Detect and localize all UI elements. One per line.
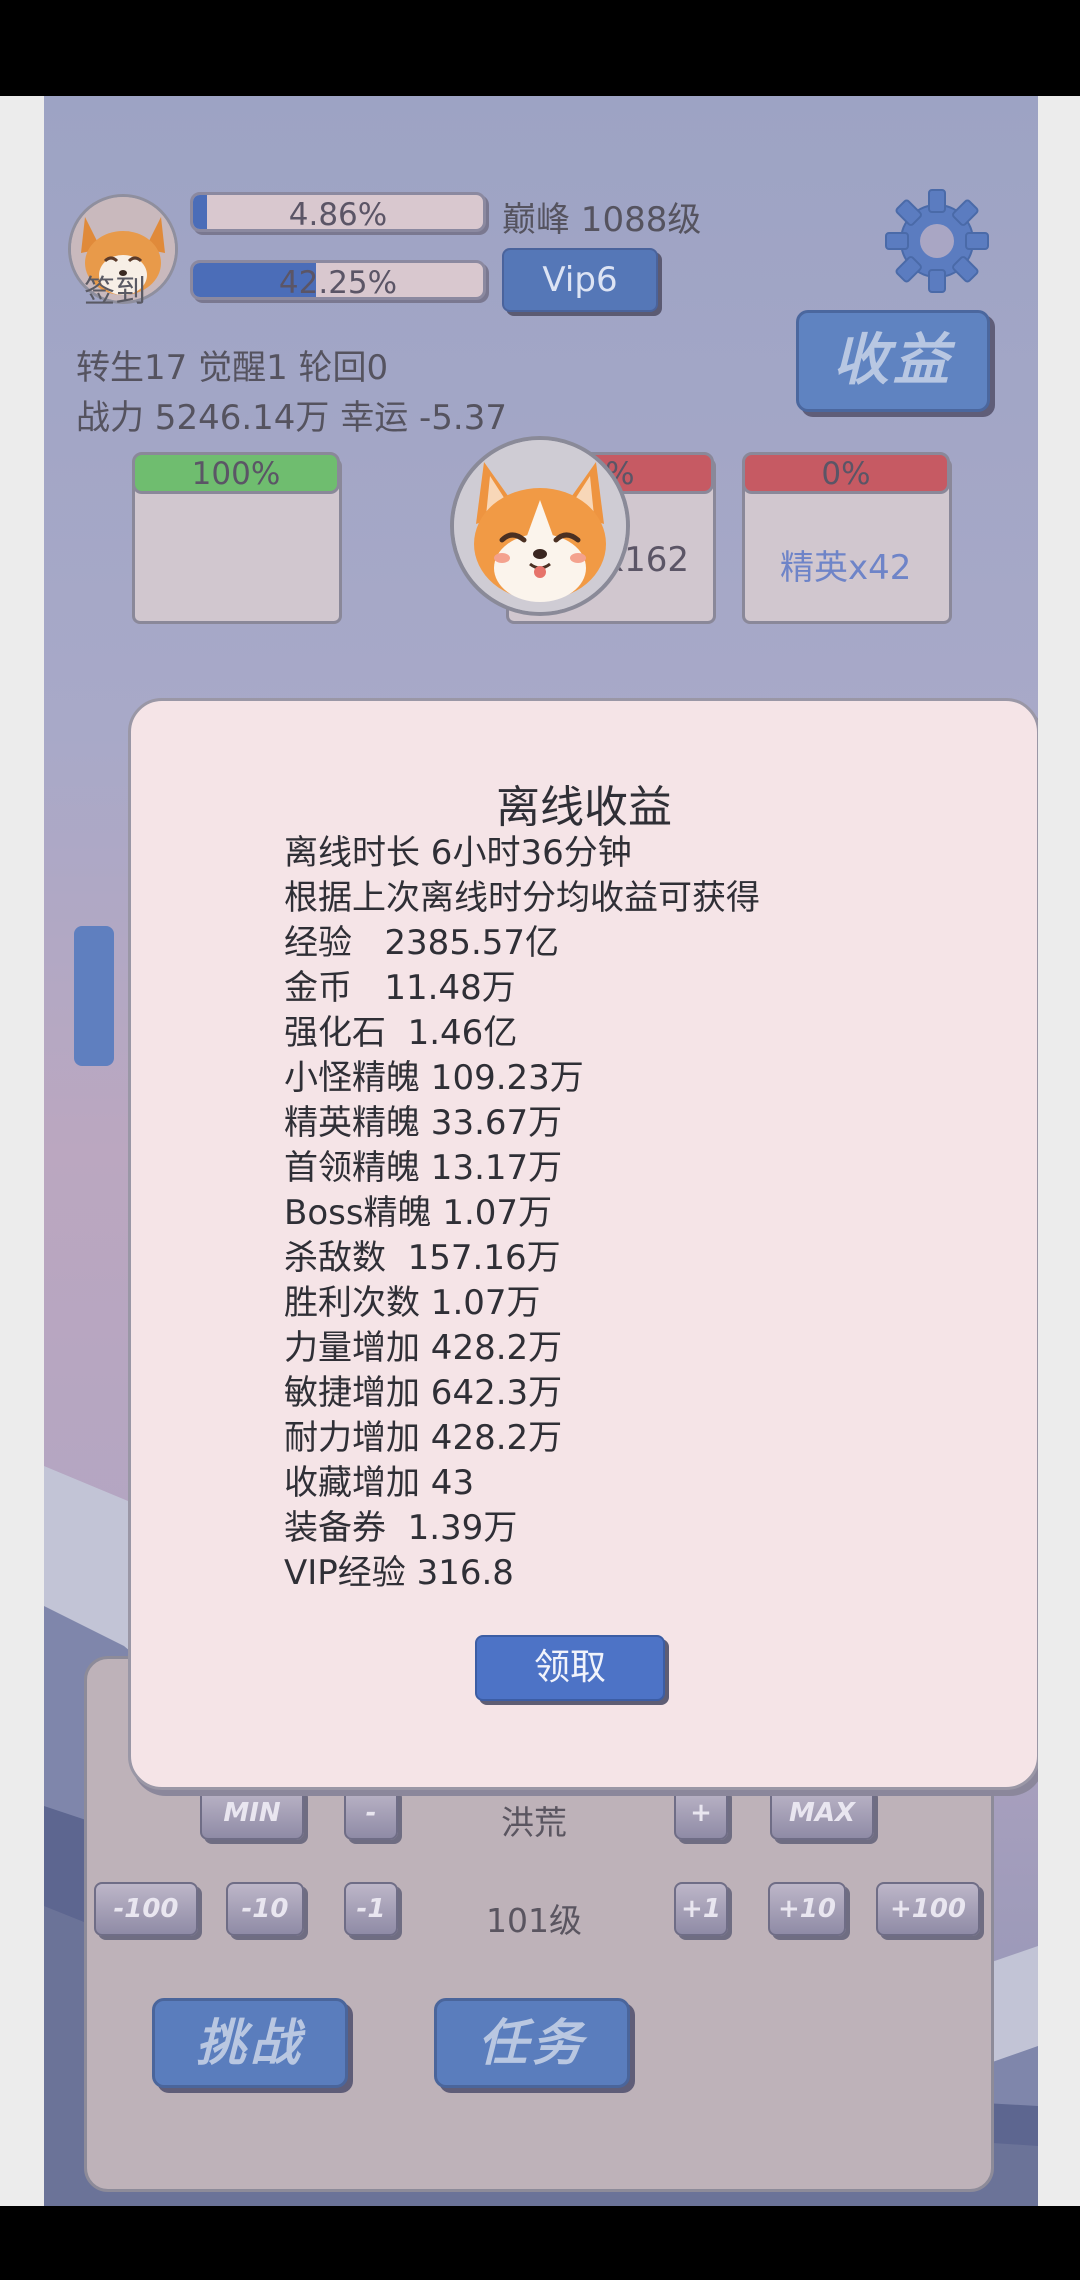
min-button[interactable]: MIN <box>200 1786 304 1840</box>
left-margin <box>0 96 44 2206</box>
peak-level: 巅峰 1088级 <box>502 200 702 240</box>
level-progress-text: 4.86% <box>288 197 388 232</box>
reward-line: 胜利次数 1.07万 <box>284 1283 541 1323</box>
reward-line: 离线时长 6小时36分钟 <box>284 833 632 873</box>
vip-button[interactable]: Vip6 <box>502 248 658 312</box>
max-button[interactable]: MAX <box>770 1786 874 1840</box>
reward-line: 精英精魄 33.67万 <box>284 1103 563 1143</box>
vip-progress-text: 42.25% <box>278 265 398 300</box>
reward-line: 敏捷增加 642.3万 <box>284 1373 563 1413</box>
reward-list: 离线时长 6小时36分钟 根据上次离线时分均收益可获得 经验 2385.57亿 … <box>284 831 760 1596</box>
reward-line: 根据上次离线时分均收益可获得 <box>284 878 760 918</box>
dialog-title: 离线收益 <box>496 782 672 833</box>
minus-10-button[interactable]: -10 <box>226 1882 304 1936</box>
minus-100-button[interactable]: -100 <box>94 1882 198 1936</box>
rebirth-stats: 转生17 觉醒1 轮回0 <box>76 348 389 388</box>
reward-line: Boss精魄 1.07万 <box>284 1193 553 1233</box>
vip-progress-bar: 42.25% <box>190 260 486 300</box>
right-margin <box>1038 96 1080 2206</box>
slot-3-progress: 0% <box>742 452 950 494</box>
claim-button[interactable]: 领取 <box>475 1635 665 1701</box>
realm-label: 洪荒 <box>501 1803 567 1842</box>
level-progress-bar: 4.86% <box>190 192 486 232</box>
offline-income-dialog: 离线收益 离线时长 6小时36分钟 根据上次离线时分均收益可获得 经验 2385… <box>128 698 1038 1790</box>
reward-line: 耐力增加 428.2万 <box>284 1418 563 1458</box>
reward-line: 收藏增加 43 <box>284 1463 475 1503</box>
reward-line: 装备券 1.39万 <box>284 1508 518 1548</box>
minus-button[interactable]: - <box>344 1786 398 1840</box>
reward-line: 首领精魄 13.17万 <box>284 1148 563 1188</box>
signin-label[interactable]: 签到 <box>84 266 146 311</box>
reward-line: 小怪精魄 109.23万 <box>284 1058 584 1098</box>
reward-line: VIP经验 316.8 <box>284 1553 514 1593</box>
plus-10-button[interactable]: +10 <box>768 1882 846 1936</box>
plus-button[interactable]: + <box>674 1786 728 1840</box>
reward-line: 力量增加 428.2万 <box>284 1328 563 1368</box>
reward-line: 杀敌数 157.16万 <box>284 1238 561 1278</box>
task-button[interactable]: 任务 <box>434 1998 630 2088</box>
minus-1-button[interactable]: -1 <box>344 1882 398 1936</box>
reward-line: 经验 2385.57亿 <box>284 923 560 963</box>
slot-1-progress: 100% <box>132 452 340 494</box>
level-label: 101级 <box>486 1901 582 1940</box>
gear-icon[interactable] <box>882 186 992 296</box>
corgi-face-icon <box>454 440 626 612</box>
game-screen: 签到 4.86% 巅峰 1088级 42.25% Vip6 收益 转生17 觉醒… <box>44 96 1038 2206</box>
side-tab-left[interactable] <box>74 926 114 1066</box>
income-button[interactable]: 收益 <box>796 310 990 412</box>
plus-1-button[interactable]: +1 <box>674 1882 728 1936</box>
challenge-button[interactable]: 挑战 <box>152 1998 348 2088</box>
reward-line: 强化石 1.46亿 <box>284 1013 518 1053</box>
slot-3-label: 精英x42 <box>780 548 912 588</box>
power-luck-stats: 战力 5246.14万 幸运 -5.37 <box>76 398 507 438</box>
plus-100-button[interactable]: +100 <box>876 1882 980 1936</box>
reward-line: 金币 11.48万 <box>284 968 516 1008</box>
corgi-mascot[interactable] <box>450 436 630 616</box>
